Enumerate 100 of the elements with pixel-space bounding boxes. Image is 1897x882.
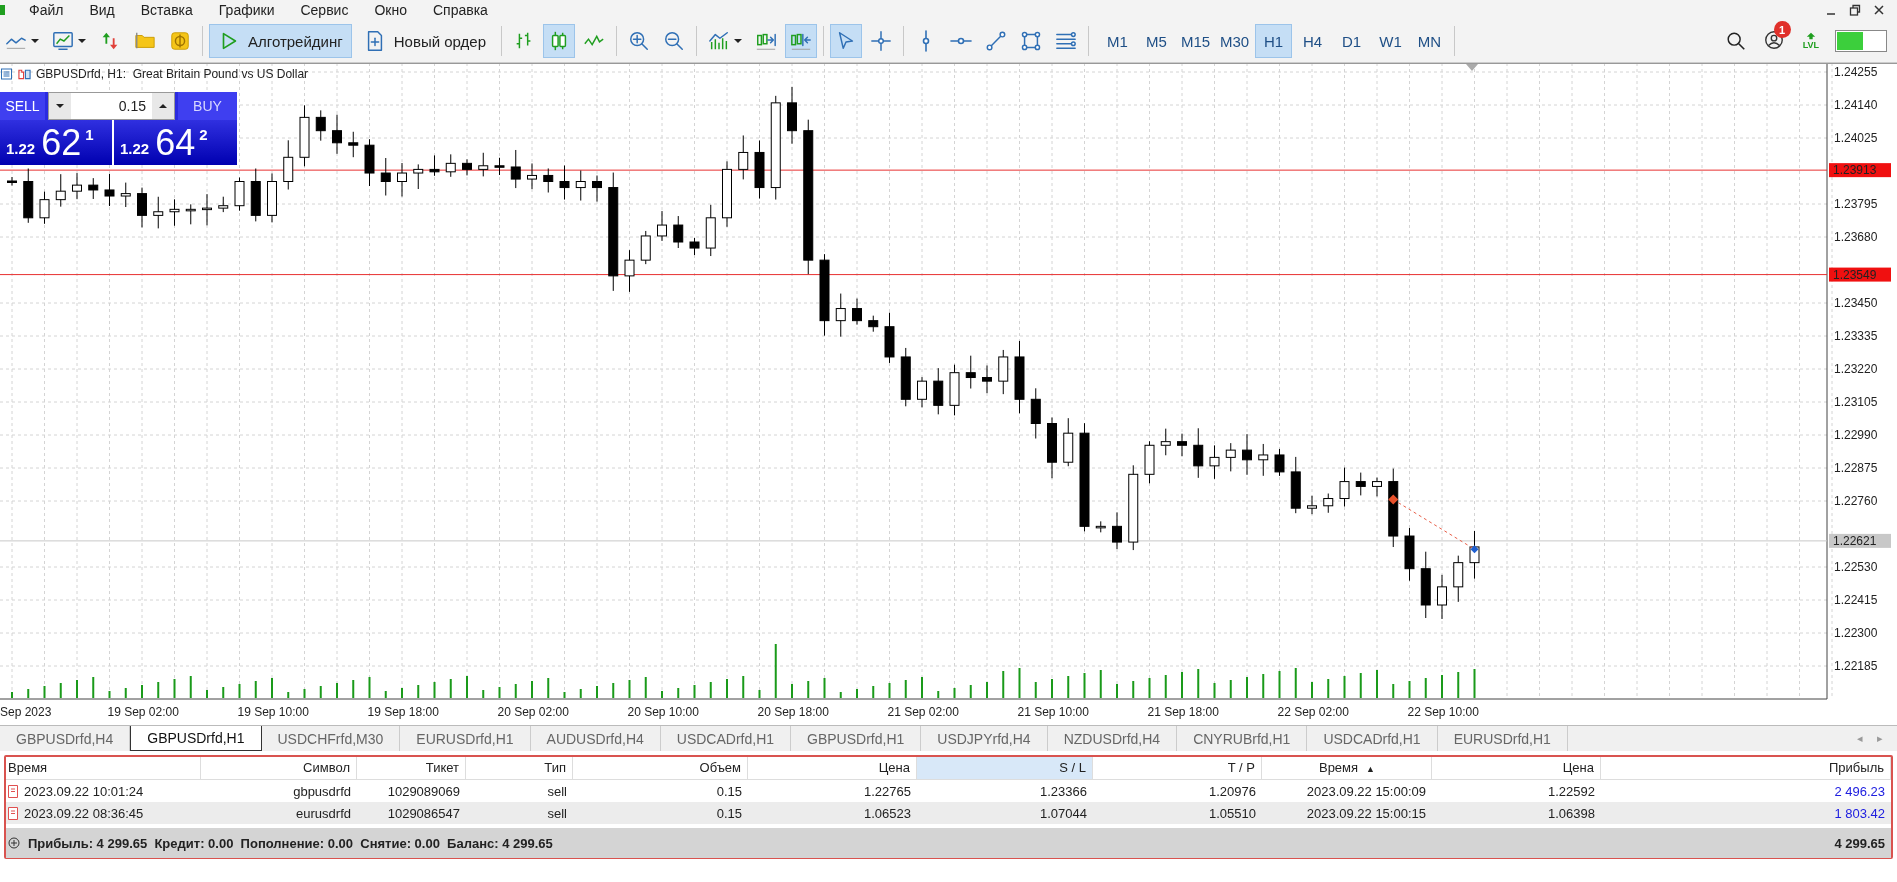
table-cell: gbpusdrfd [293, 783, 351, 799]
table-cell: 0.15 [716, 805, 742, 821]
timeframe-button[interactable]: D1 [1333, 24, 1370, 58]
price-label: 1.22760 [1834, 494, 1878, 508]
table-cell: 1029086547 [387, 805, 460, 821]
chart-tab[interactable]: NZDUSDrfd,H4 [1047, 726, 1178, 751]
table-cell: sell [547, 805, 567, 821]
account-summary: Прибыль: 4 299.65 Кредит: 0.00 Пополнение: 0.00 Снятие: 0.00 Баланс: 4 299.65 [28, 835, 553, 851]
timeframe-button[interactable]: H4 [1294, 24, 1331, 58]
price-label: 1.23105 [1834, 395, 1878, 409]
price-marker: 1.23913 [1829, 163, 1891, 178]
menu-item[interactable]: Файл [16, 2, 77, 18]
column-header[interactable]: Объем [573, 757, 748, 779]
timeframe-button[interactable]: M15 [1177, 24, 1214, 58]
level-label: LVL [1802, 40, 1819, 50]
table-cell: 2023.09.22 15:00:09 [1306, 783, 1426, 799]
price-label: 1.22300 [1834, 626, 1878, 640]
time-label: 22 Sep 10:00 [1407, 705, 1479, 719]
price-label: 1.23680 [1834, 230, 1878, 244]
table-cell: 1.22765 [864, 783, 911, 799]
time-label: Sep 2023 [0, 705, 52, 719]
timeframe-button[interactable]: M1 [1099, 24, 1136, 58]
timeframe-button[interactable]: H1 [1255, 24, 1292, 58]
price-marker: 1.22621 [1829, 533, 1891, 548]
table-cell: 1.20976 [1209, 783, 1256, 799]
time-label: 20 Sep 10:00 [627, 705, 699, 719]
column-header[interactable]: Цена [1432, 757, 1601, 779]
menu-item[interactable]: Справка [419, 2, 501, 18]
table-cell: 1.22592 [1548, 783, 1595, 799]
price-label: 1.22530 [1834, 560, 1878, 574]
table-cell: 2 496.23 [1834, 783, 1885, 799]
column-header[interactable]: T / P [1093, 757, 1262, 779]
algo-trading-button[interactable]: Алготрейдинг [209, 24, 352, 58]
time-label: 19 Sep 18:00 [367, 705, 439, 719]
chart-tab[interactable]: CNYRUBrfd,H1 [1177, 726, 1308, 751]
table-cell: eurusdrfd [296, 805, 351, 821]
menu-item[interactable]: Сервис [287, 2, 362, 18]
chart-tab[interactable]: EURUSDrfd,H1 [400, 726, 531, 751]
column-header[interactable]: S / L [917, 757, 1093, 779]
table-cell: 2023.09.22 10:01:24 [24, 783, 144, 799]
price-label: 1.22990 [1834, 428, 1878, 442]
total-profit: 4 299.65 [1834, 835, 1885, 851]
price-label: 1.24025 [1834, 131, 1878, 145]
price-label: 1.23795 [1834, 197, 1878, 211]
column-header[interactable]: Символ [201, 757, 357, 779]
table-cell: 2023.09.22 15:00:15 [1306, 805, 1426, 821]
time-label: 21 Sep 18:00 [1147, 705, 1219, 719]
chart-title: GBPUSDrfd, H1: Great Britain Pound vs US Dollar [36, 67, 309, 81]
time-label: 22 Sep 02:00 [1277, 705, 1349, 719]
price-label: 1.24140 [1834, 98, 1878, 112]
table-cell: 0.15 [716, 783, 742, 799]
menu-item[interactable]: Вставка [127, 2, 206, 18]
price-label: 1.24255 [1834, 65, 1878, 79]
menu-item[interactable]: Вид [76, 2, 128, 18]
time-label: 21 Sep 02:00 [887, 705, 959, 719]
chart-tab[interactable]: GBPUSDrfd,H1 [130, 726, 262, 751]
table-cell: 1.07044 [1040, 805, 1087, 821]
time-label: 19 Sep 02:00 [107, 705, 179, 719]
table-cell: 1 803.42 [1834, 805, 1885, 821]
column-header[interactable]: Тикет [357, 757, 466, 779]
chart-tab[interactable]: USDCHFrfd,M30 [261, 726, 401, 751]
price-label: 1.22415 [1834, 593, 1878, 607]
table-cell: 1.23366 [1040, 783, 1087, 799]
timeframe-button[interactable]: M30 [1216, 24, 1253, 58]
chart-tab[interactable]: GBPUSDrfd,H1 [791, 726, 922, 751]
price-label: 1.23335 [1834, 329, 1878, 343]
price-marker: 1.23549 [1829, 267, 1891, 282]
chart-tab[interactable]: USDJPYrfd,H4 [921, 726, 1048, 751]
column-header[interactable]: Тип [466, 757, 573, 779]
table-cell: 1.06398 [1548, 805, 1595, 821]
price-label: 1.23220 [1834, 362, 1878, 376]
table-cell: sell [547, 783, 567, 799]
chart-tab[interactable]: EURUSDrfd,H1 [1437, 726, 1568, 751]
time-label: 21 Sep 10:00 [1017, 705, 1089, 719]
time-label: 20 Sep 02:00 [497, 705, 569, 719]
timeframe-button[interactable]: W1 [1372, 24, 1409, 58]
price-label: 1.22875 [1834, 461, 1878, 475]
chart-tab[interactable]: USDCADrfd,H1 [1307, 726, 1438, 751]
chart-tab[interactable]: AUDUSDrfd,H4 [530, 726, 661, 751]
column-header[interactable]: Прибыль [1601, 757, 1891, 779]
new-order-button[interactable]: Новый ордер [354, 24, 495, 58]
price-label: 1.23450 [1834, 296, 1878, 310]
table-cell: 1029089069 [387, 783, 460, 799]
table-cell: 2023.09.22 08:36:45 [24, 805, 144, 821]
chart-tab[interactable]: USDCADrfd,H1 [660, 726, 792, 751]
menu-item[interactable]: Окно [361, 2, 420, 18]
timeframe-button[interactable]: MN [1411, 24, 1448, 58]
table-cell: 1.06523 [864, 805, 911, 821]
timeframe-button[interactable]: M5 [1138, 24, 1175, 58]
sell-button[interactable]: SELL [0, 92, 45, 120]
lot-field[interactable]: 0.15 [48, 92, 175, 120]
table-cell: 1.05510 [1209, 805, 1256, 821]
time-label: 20 Sep 18:00 [757, 705, 829, 719]
menu-item[interactable]: Графики [205, 2, 288, 18]
column-header[interactable]: Время ▲ [1262, 757, 1432, 779]
time-label: 19 Sep 10:00 [237, 705, 309, 719]
column-header[interactable]: Время [6, 757, 201, 779]
notification-badge: 1 [1773, 21, 1791, 38]
buy-button[interactable]: BUY [178, 92, 237, 120]
price-label: 1.22185 [1834, 659, 1878, 673]
